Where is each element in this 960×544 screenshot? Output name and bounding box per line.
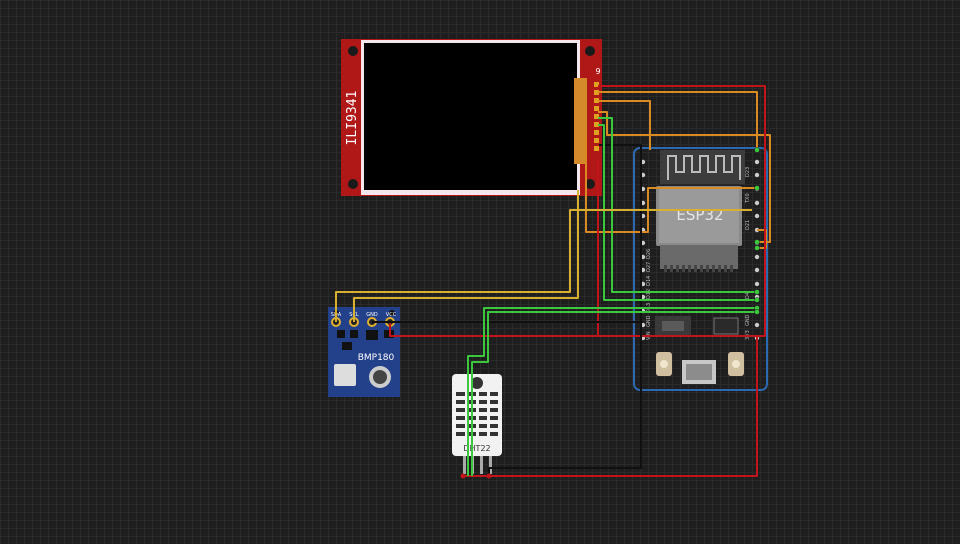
circuit-canvas[interactable]: ESP32 VIN GND D13 D12 D14 D27 D26 D23 TX… — [0, 0, 960, 544]
wire-orange[interactable] — [598, 91, 758, 150]
dht22-sensor[interactable]: DHT22 — [452, 374, 502, 474]
esp32-pin-label: D12 — [646, 289, 652, 299]
ili9341-display[interactable]: ILI9341 9 — [341, 39, 602, 196]
display-screen — [364, 43, 577, 190]
display-pin-count: 9 — [595, 67, 600, 76]
esp32-pin-label: D21 — [745, 220, 751, 230]
dht22-gnd-dot — [486, 473, 492, 479]
wire-yellow[interactable] — [353, 190, 579, 322]
wire-red[interactable] — [389, 322, 757, 337]
bmp180-pin-label: VCC — [386, 312, 397, 318]
bmp180-sensor[interactable]: BMP180 SDA SCL GND VCC — [328, 307, 400, 397]
esp32-pin-label: GND — [745, 314, 751, 326]
esp32-label: ESP32 — [676, 206, 723, 224]
esp32-pin-label: TX0 — [745, 193, 751, 204]
bmp180-label: BMP180 — [358, 353, 395, 363]
esp32-pin-label: D23 — [745, 167, 751, 177]
dht22-vcc-dot — [460, 473, 466, 479]
esp32-board[interactable]: ESP32 VIN GND D13 D12 D14 D27 D26 D23 TX… — [633, 147, 768, 391]
esp32-pin-label: D27 — [646, 262, 652, 272]
esp32-pin-label: GND — [646, 315, 652, 327]
wire-red[interactable] — [463, 336, 758, 477]
esp32-pin-label: D4 — [745, 292, 751, 299]
esp32-pin-label: D26 — [646, 249, 652, 259]
esp32-pin-label: D14 — [646, 276, 652, 286]
display-label: ILI9341 — [345, 91, 360, 146]
